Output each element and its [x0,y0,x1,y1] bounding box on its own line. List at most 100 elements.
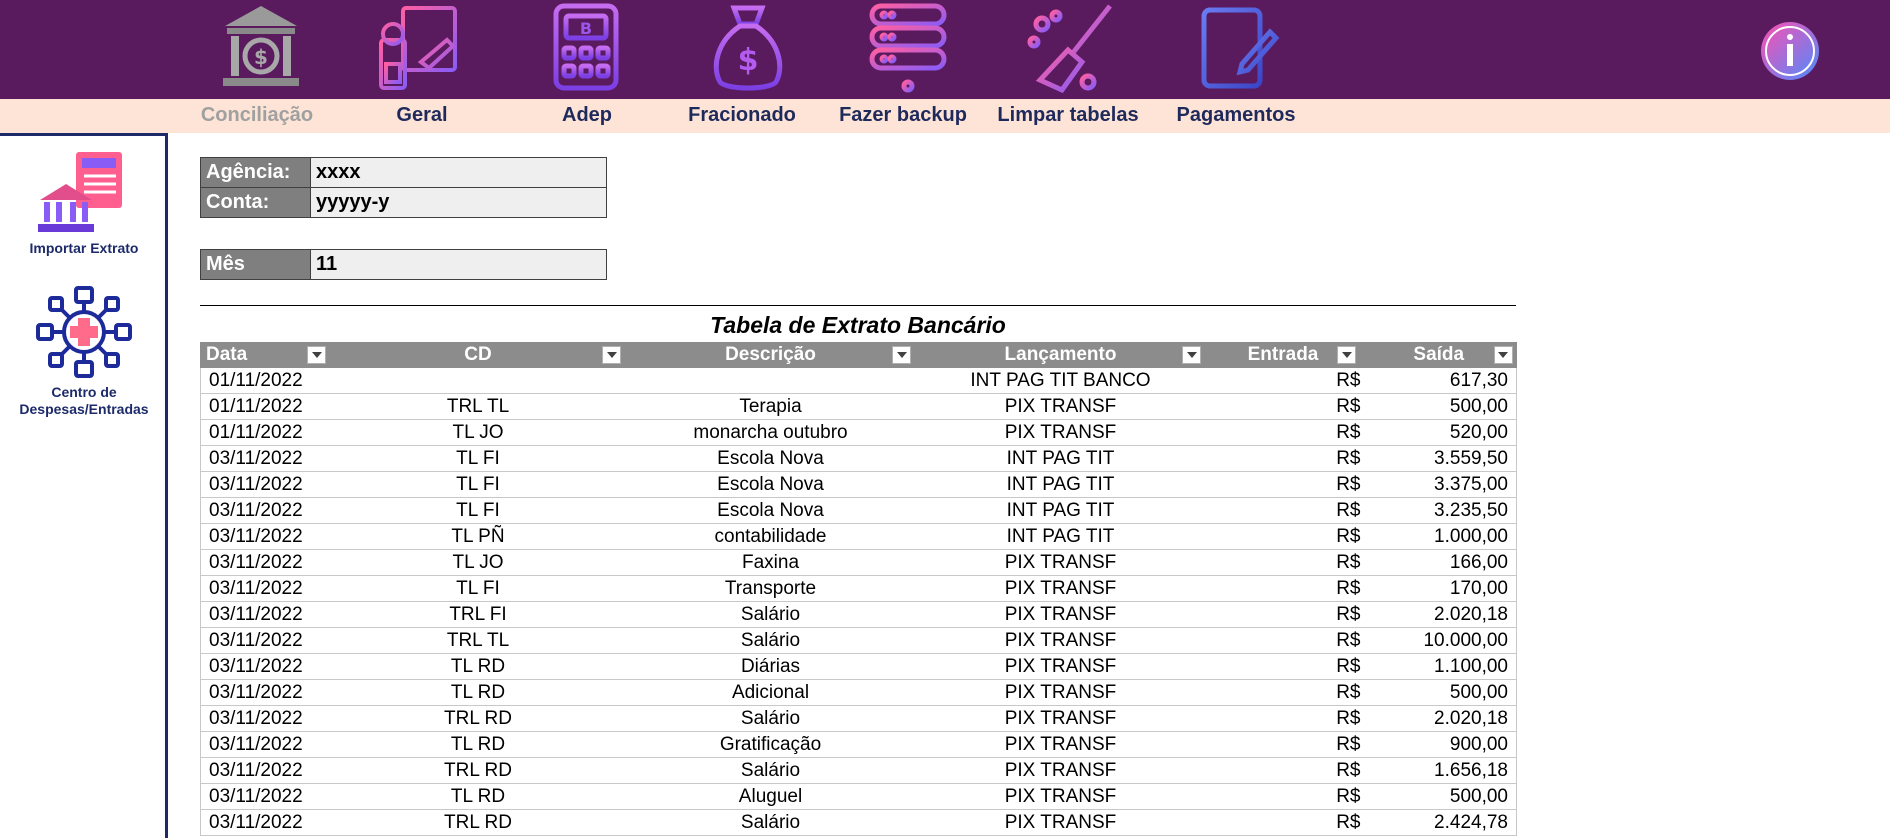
cell-cd[interactable]: TL RD [330,679,626,706]
cell-descricao[interactable] [625,368,916,394]
cell-saida[interactable]: 2.020,18 [1360,601,1517,628]
cell-entrada[interactable]: R$ [1205,471,1361,498]
cell-lancamento[interactable]: PIX TRANSF [915,757,1206,784]
document-edit-icon[interactable] [1188,2,1283,94]
cell-cd[interactable]: TL FI [330,445,626,472]
table-row[interactable]: 03/11/2022 TL RD Diárias PIX TRANSF R$ 1.100,… [200,653,1517,680]
cell-cd[interactable]: TL FI [330,497,626,524]
cell-lancamento[interactable]: INT PAG TIT [915,523,1206,550]
table-row[interactable]: 03/11/2022 TL RD Gratificação PIX TRANSF R$ 9… [200,731,1517,758]
table-row[interactable]: 03/11/2022 TRL RD Salário PIX TRANSF R$ 2.020… [200,705,1517,732]
cell-lancamento[interactable]: INT PAG TIT [915,445,1206,472]
conta-value[interactable]: yyyyy-y [311,188,606,217]
cell-data[interactable]: 03/11/2022 [200,601,331,628]
cell-descricao[interactable]: Salário [625,757,916,784]
table-row[interactable]: 03/11/2022 TL JO Faxina PIX TRANSF R$ 166,00 [200,549,1517,576]
cell-descricao[interactable]: Salário [625,601,916,628]
table-row[interactable]: 03/11/2022 TRL TL Salário PIX TRANSF R$ 10.00… [200,627,1517,654]
cell-data[interactable]: 03/11/2022 [200,497,331,524]
cell-saida[interactable]: 170,00 [1360,575,1517,602]
mes-value[interactable]: 11 [311,250,606,279]
table-row[interactable]: 03/11/2022 TL RD Aluguel PIX TRANSF R$ 500,00 [200,783,1517,810]
table-row[interactable]: 01/11/2022 INT PAG TIT BANCO R$ 617,30 [200,368,1517,394]
cell-data[interactable]: 03/11/2022 [200,679,331,706]
cell-descricao[interactable]: Diárias [625,653,916,680]
cell-entrada[interactable]: R$ [1205,393,1361,420]
cell-data[interactable]: 03/11/2022 [200,575,331,602]
cell-descricao[interactable]: monarcha outubro [625,419,916,446]
cell-lancamento[interactable]: PIX TRANSF [915,809,1206,836]
cell-cd[interactable]: TRL RD [330,705,626,732]
table-row[interactable]: 03/11/2022 TRL RD Salário PIX TRANSF R$ 2.424… [200,809,1517,836]
table-row[interactable]: 03/11/2022 TRL FI Salário PIX TRANSF R$ 2.020… [200,601,1517,628]
filter-dropdown-icon[interactable] [1337,346,1356,364]
cell-cd[interactable]: TL FI [330,575,626,602]
filter-dropdown-icon[interactable] [1182,346,1201,364]
cell-data[interactable]: 03/11/2022 [200,731,331,758]
cell-entrada[interactable]: R$ [1205,757,1361,784]
cell-cd[interactable]: TRL FI [330,601,626,628]
cell-entrada[interactable]: R$ [1205,731,1361,758]
cell-lancamento[interactable]: PIX TRANSF [915,627,1206,654]
table-row[interactable]: 01/11/2022 TRL TL Terapia PIX TRANSF R$ 500,0… [200,393,1517,420]
cell-cd[interactable]: TL JO [330,419,626,446]
cell-saida[interactable]: 1.000,00 [1360,523,1517,550]
cell-saida[interactable]: 520,00 [1360,419,1517,446]
cell-entrada[interactable]: R$ [1205,783,1361,810]
cell-entrada[interactable]: R$ [1205,601,1361,628]
cell-data[interactable]: 01/11/2022 [200,368,331,394]
cell-cd[interactable]: TL JO [330,549,626,576]
cell-saida[interactable]: 500,00 [1360,393,1517,420]
cell-entrada[interactable]: R$ [1205,549,1361,576]
cell-saida[interactable]: 1.656,18 [1360,757,1517,784]
cell-entrada[interactable]: R$ [1205,627,1361,654]
cell-cd[interactable]: TRL TL [330,393,626,420]
cell-lancamento[interactable]: PIX TRANSF [915,419,1206,446]
cell-lancamento[interactable]: INT PAG TIT [915,471,1206,498]
cell-lancamento[interactable]: PIX TRANSF [915,601,1206,628]
import-statement-button[interactable]: Importar Extrato [0,150,168,257]
cell-descricao[interactable]: Escola Nova [625,445,916,472]
cell-data[interactable]: 01/11/2022 [200,419,331,446]
bitcoin-calculator-icon[interactable]: B [538,2,633,94]
cell-descricao[interactable]: contabilidade [625,523,916,550]
cell-data[interactable]: 03/11/2022 [200,809,331,836]
table-row[interactable]: 03/11/2022 TL PÑ contabilidade INT PAG TIT R… [200,523,1517,550]
cell-lancamento[interactable]: PIX TRANSF [915,783,1206,810]
cell-descricao[interactable]: Terapia [625,393,916,420]
table-row[interactable]: 03/11/2022 TL FI Escola Nova INT PAG TIT R$ 3… [200,471,1517,498]
cell-data[interactable]: 03/11/2022 [200,627,331,654]
cell-saida[interactable]: 500,00 [1360,783,1517,810]
server-backup-icon[interactable] [860,2,955,94]
cell-cd[interactable]: TRL RD [330,757,626,784]
cell-data[interactable]: 03/11/2022 [200,705,331,732]
cell-descricao[interactable]: Gratificação [625,731,916,758]
cell-lancamento[interactable]: INT PAG TIT BANCO [915,368,1206,394]
cell-saida[interactable]: 2.020,18 [1360,705,1517,732]
table-row[interactable]: 03/11/2022 TL FI Transporte PIX TRANSF R$ 170… [200,575,1517,602]
cell-entrada[interactable]: R$ [1205,679,1361,706]
cell-descricao[interactable]: Transporte [625,575,916,602]
cell-lancamento[interactable]: PIX TRANSF [915,549,1206,576]
cell-descricao[interactable]: Salário [625,627,916,654]
filter-dropdown-icon[interactable] [1493,346,1513,364]
cell-data[interactable]: 03/11/2022 [200,549,331,576]
cell-data[interactable]: 03/11/2022 [200,523,331,550]
cell-data[interactable]: 03/11/2022 [200,757,331,784]
cell-cd[interactable]: TL RD [330,731,626,758]
cell-data[interactable]: 03/11/2022 [200,653,331,680]
bank-icon[interactable]: $ [213,2,308,94]
cell-cd[interactable] [330,368,626,394]
cell-cd[interactable]: TL FI [330,471,626,498]
cell-descricao[interactable]: Salário [625,705,916,732]
cell-entrada[interactable]: R$ [1205,575,1361,602]
nav-adep-label[interactable]: Adep [562,104,612,127]
cell-cd[interactable]: TL RD [330,653,626,680]
cell-entrada[interactable]: R$ [1205,419,1361,446]
cell-saida[interactable]: 500,00 [1360,679,1517,706]
table-row[interactable]: 03/11/2022 TL RD Adicional PIX TRANSF R$ 500,… [200,679,1517,706]
nav-fracionado-label[interactable]: Fracionado [688,104,796,127]
cell-entrada[interactable]: R$ [1205,497,1361,524]
cell-lancamento[interactable]: PIX TRANSF [915,393,1206,420]
table-row[interactable]: 03/11/2022 TL FI Escola Nova INT PAG TIT R$ 3… [200,497,1517,524]
